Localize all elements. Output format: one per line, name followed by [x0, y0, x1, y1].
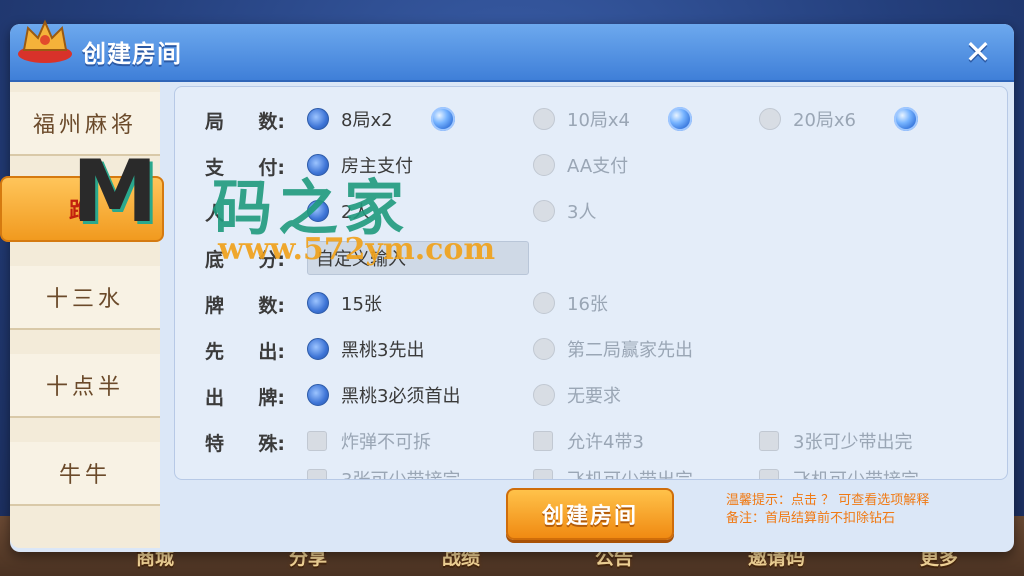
checkbox-allow-4-with-3[interactable]: 允许4带3 [533, 427, 644, 455]
radio-icon [759, 108, 781, 130]
checkbox-plane-less-out[interactable]: 飞机可少带出完 [533, 465, 693, 479]
diamond-icon [668, 107, 693, 131]
radio-icon [533, 338, 555, 360]
row-label: 牌数: [205, 295, 285, 317]
sidebar-item-niuniu[interactable]: 牛牛 [10, 442, 160, 506]
option-rounds-20[interactable]: 20局x6 [759, 105, 919, 133]
option-3-players[interactable]: 3人 [533, 197, 596, 225]
watermark-logo: M [72, 142, 158, 242]
checkbox-bomb-no-split[interactable]: 炸弹不可拆 [307, 427, 431, 455]
checkbox-icon [759, 431, 779, 451]
watermark-url: www.572ym.com [218, 232, 496, 267]
checkbox-icon [307, 431, 327, 451]
row-card-count: 牌数: 15张 16张 [175, 283, 1007, 323]
row-label: 局数: [205, 111, 285, 133]
crown-pillow-icon [18, 19, 72, 63]
option-rounds-10[interactable]: 10局x4 [533, 105, 693, 133]
checkbox-icon [307, 469, 327, 479]
radio-icon [533, 108, 555, 130]
radio-selected-icon [307, 108, 329, 130]
dialog-title: 创建房间 [82, 40, 182, 68]
create-room-button[interactable]: 创建房间 [506, 488, 674, 540]
row-first-play: 先出: 黑桃3先出 第二局赢家先出 [175, 329, 1007, 369]
row-rounds: 局数: 8局x2 10局x4 20局x6 [175, 99, 1007, 139]
dialog-header: 创建房间 ✕ [10, 19, 1014, 82]
option-rounds-8[interactable]: 8局x2 [307, 105, 455, 133]
radio-selected-icon [307, 384, 329, 406]
checkbox-icon [533, 431, 553, 451]
create-room-dialog: 创建房间 ✕ 福州麻将 跑 十三水 十点半 牛牛 局数: 8局x2 10局x4 … [0, 19, 1014, 552]
checkbox-icon [533, 469, 553, 479]
radio-icon [533, 384, 555, 406]
option-15-cards[interactable]: 15张 [307, 289, 382, 317]
option-spade3-first[interactable]: 黑桃3先出 [307, 335, 424, 363]
row-label: 出牌: [205, 387, 285, 409]
sidebar-item-shisanshui[interactable]: 十三水 [10, 266, 160, 330]
option-no-requirement[interactable]: 无要求 [533, 381, 621, 409]
radio-selected-icon [307, 292, 329, 314]
sidebar-item-shidianban[interactable]: 十点半 [10, 354, 160, 418]
diamond-icon [430, 107, 455, 131]
row-special: 特殊: 炸弹不可拆 允许4带3 3张可少带出完 [175, 421, 1007, 461]
radio-icon [533, 292, 555, 314]
diamond-icon [894, 107, 919, 131]
option-winner-first[interactable]: 第二局赢家先出 [533, 335, 693, 363]
option-aa-pays[interactable]: AA支付 [533, 151, 628, 179]
row-play-rule: 出牌: 黑桃3必须首出 无要求 [175, 375, 1007, 415]
radio-selected-icon [307, 338, 329, 360]
checkbox-icon [759, 469, 779, 479]
checkbox-3-less-receive[interactable]: 3张可少带接完 [307, 465, 460, 479]
option-16-cards[interactable]: 16张 [533, 289, 608, 317]
option-spade3-must-first[interactable]: 黑桃3必须首出 [307, 381, 460, 409]
row-special-2: 3张可少带接完 飞机可少带出完 飞机可少带接完 [175, 459, 1007, 479]
options-panel: 局数: 8局x2 10局x4 20局x6 支付: 房主支付 AA支付 人 2人 … [174, 86, 1008, 480]
row-label: 先出: [205, 341, 285, 363]
radio-icon [533, 200, 555, 222]
row-label: 特殊: [205, 433, 285, 455]
checkbox-3-less-out[interactable]: 3张可少带出完 [759, 427, 912, 455]
close-icon[interactable]: ✕ [960, 36, 996, 68]
radio-icon [533, 154, 555, 176]
checkbox-plane-less-receive[interactable]: 飞机可少带接完 [759, 465, 919, 479]
hint-text: 温馨提示：点击 ？ 可查看选项解释 备注：首局结算前不扣除钻石 [726, 493, 930, 526]
